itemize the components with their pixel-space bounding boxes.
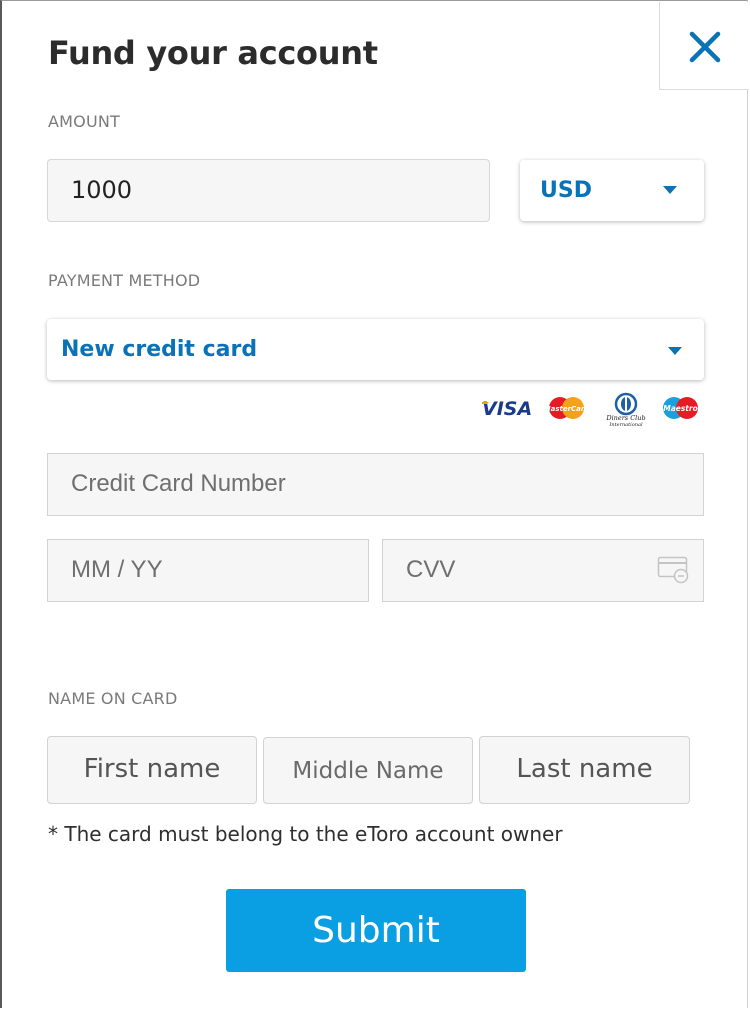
maestro-logo: Maestro — [663, 397, 698, 419]
svg-text:Maestro: Maestro — [663, 404, 698, 413]
name-on-card-label: NAME ON CARD — [48, 689, 178, 708]
close-button[interactable] — [659, 2, 749, 90]
svg-text:International: International — [608, 422, 643, 428]
payment-method-value: New credit card — [61, 337, 258, 362]
last-name-input[interactable]: Last name — [479, 736, 690, 804]
cvv-placeholder: CVV — [406, 556, 456, 583]
close-icon — [689, 31, 721, 63]
caret-down-icon — [668, 347, 682, 355]
currency-value: USD — [540, 178, 592, 203]
payment-method-select[interactable]: New credit card — [47, 319, 704, 380]
credit-card-number-input[interactable]: Credit Card Number — [47, 453, 704, 516]
first-name-input[interactable]: First name — [47, 736, 257, 804]
card-logos: VISA MasterCard Diners Club Internationa… — [482, 392, 698, 428]
amount-input[interactable]: 1000 — [47, 159, 490, 222]
owner-note: * The card must belong to the eToro acco… — [48, 822, 563, 846]
middle-name-input[interactable]: Middle Name — [263, 737, 473, 804]
card-cvv-icon — [657, 556, 689, 584]
submit-button[interactable]: Submit — [226, 889, 526, 972]
caret-down-icon — [663, 186, 677, 194]
amount-label: AMOUNT — [48, 112, 120, 131]
payment-method-label: PAYMENT METHOD — [48, 271, 201, 290]
cvv-input[interactable]: CVV — [382, 539, 704, 602]
svg-text:MasterCard: MasterCard — [544, 405, 591, 413]
svg-text:Diners Club: Diners Club — [605, 414, 645, 422]
mastercard-logo: MasterCard — [544, 397, 591, 419]
expiry-date-input[interactable]: MM / YY — [47, 539, 369, 602]
dialog-title: Fund your account — [48, 34, 378, 72]
visa-logo: VISA — [482, 398, 532, 420]
currency-select[interactable]: USD — [520, 160, 704, 221]
svg-text:VISA: VISA — [482, 398, 532, 420]
diners-club-logo: Diners Club International — [605, 392, 646, 428]
